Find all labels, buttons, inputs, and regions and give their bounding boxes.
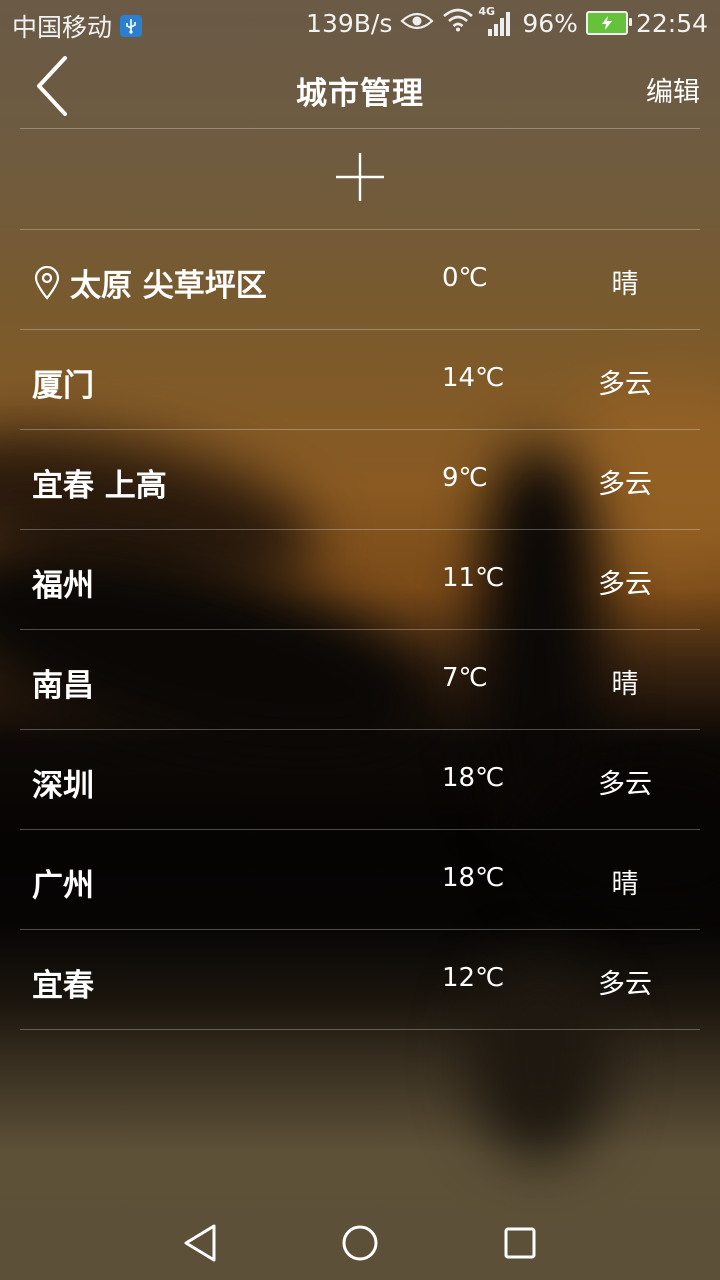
system-nav-bar: [0, 1208, 720, 1280]
battery-charging-icon: [585, 11, 632, 35]
city-row[interactable]: 广州 18℃ 晴: [20, 830, 700, 930]
nav-home-button[interactable]: [335, 1220, 385, 1270]
city-row[interactable]: 宜春 上高 9℃ 多云: [20, 430, 700, 530]
city-weather: 多云: [598, 369, 652, 400]
divider: [20, 128, 700, 129]
city-name: 深圳: [32, 768, 94, 804]
wifi-icon: [442, 8, 474, 38]
city-name: 南昌: [32, 668, 94, 704]
top-app-bar: 城市管理 编辑: [0, 48, 720, 128]
nav-recents-button[interactable]: [495, 1220, 545, 1270]
city-row[interactable]: 宜春 12℃ 多云: [20, 930, 700, 1030]
city-temperature: 18℃: [442, 763, 505, 793]
city-temperature: 14℃: [442, 363, 505, 393]
recents-square-icon: [502, 1225, 538, 1265]
battery-percent-label: 96%: [522, 8, 578, 38]
status-bar: 中国移动 139B/s 4G 96% 22:54: [0, 0, 720, 48]
home-circle-icon: [340, 1223, 380, 1267]
city-row[interactable]: 福州 11℃ 多云: [20, 530, 700, 630]
city-list: 太原 尖草坪区 0℃ 晴 厦门 14℃ 多云 宜春 上高 9℃ 多云 福州 11…: [20, 230, 700, 1030]
city-row[interactable]: 南昌 7℃ 晴: [20, 630, 700, 730]
city-weather: 多云: [598, 569, 652, 600]
add-city-button[interactable]: [20, 130, 700, 228]
city-weather: 多云: [598, 469, 652, 500]
plus-icon: [334, 151, 386, 207]
city-management-screen: 中国移动 139B/s 4G 96% 22:54 城市管理 编辑 太原 尖草坪区…: [0, 0, 720, 1280]
city-name: 广州: [32, 868, 94, 904]
city-temperature: 11℃: [442, 563, 505, 593]
city-name: 宜春 上高: [32, 468, 167, 504]
city-row[interactable]: 厦门 14℃ 多云: [20, 330, 700, 430]
city-weather: 多云: [598, 969, 652, 1000]
city-weather: 晴: [611, 869, 639, 900]
city-temperature: 12℃: [442, 963, 505, 993]
city-row[interactable]: 太原 尖草坪区 0℃ 晴: [20, 230, 700, 330]
back-triangle-icon: [182, 1223, 218, 1267]
carrier-label: 中国移动: [12, 13, 113, 42]
city-temperature: 9℃: [442, 463, 488, 493]
eye-icon: [400, 9, 434, 38]
city-row[interactable]: 深圳 18℃ 多云: [20, 730, 700, 830]
city-name: 宜春: [32, 968, 94, 1004]
location-pin-icon: [32, 265, 62, 301]
city-name: 厦门: [32, 368, 94, 404]
usb-debug-icon: [120, 15, 143, 37]
city-weather: 晴: [611, 669, 639, 700]
nav-back-button[interactable]: [175, 1220, 225, 1270]
page-title: 城市管理: [296, 76, 424, 112]
city-name: 福州: [32, 568, 94, 604]
city-temperature: 0℃: [442, 263, 488, 293]
city-weather: 晴: [611, 269, 639, 300]
city-temperature: 18℃: [442, 863, 505, 893]
edit-button[interactable]: 编辑: [646, 70, 700, 109]
clock-label: 22:54: [635, 8, 708, 38]
city-temperature: 7℃: [442, 663, 488, 693]
city-name: 太原 尖草坪区: [70, 268, 267, 304]
city-weather: 多云: [598, 769, 652, 800]
signal-icon: 4G: [478, 5, 514, 37]
net-speed-label: 139B/s: [306, 8, 393, 38]
